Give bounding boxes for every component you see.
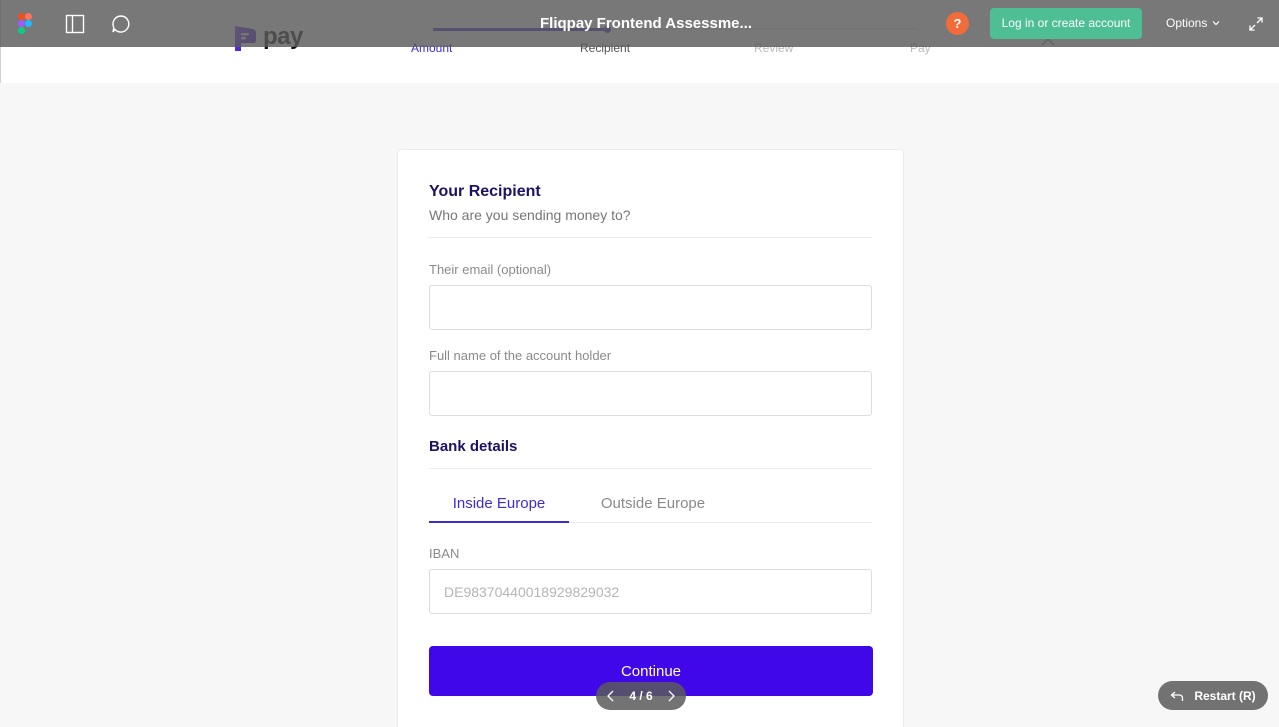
expand-icon[interactable]: [1248, 16, 1264, 32]
figma-toolbar: Fliqpay Frontend Assessme... ? Log in or…: [0, 0, 1279, 47]
bank-details-title: Bank details: [429, 438, 518, 455]
page-count: 4 / 6: [629, 689, 653, 703]
chevron-down-icon: [1212, 21, 1220, 26]
region-tabs: Inside Europe Outside Europe: [429, 486, 872, 523]
restart-arrow-icon: [1170, 691, 1184, 701]
chevron-right-icon[interactable]: [666, 690, 676, 702]
card-subtitle: Who are you sending money to?: [429, 207, 631, 223]
email-field[interactable]: [429, 285, 872, 330]
options-label: Options: [1166, 16, 1208, 30]
comment-icon[interactable]: [111, 14, 131, 34]
restart-button[interactable]: Restart (R): [1158, 681, 1268, 710]
sidebar-panel-icon[interactable]: [65, 14, 85, 34]
card-title: Your Recipient: [429, 183, 541, 200]
tab-outside-europe[interactable]: Outside Europe: [585, 486, 721, 523]
iban-field[interactable]: [429, 569, 872, 614]
prototype-title: Fliqpay Frontend Assessme...: [540, 15, 752, 32]
help-button[interactable]: ?: [946, 12, 969, 35]
chevron-left-icon[interactable]: [606, 690, 616, 702]
figma-logo-icon[interactable]: [18, 13, 32, 34]
account-holder-label: Full name of the account holder: [429, 348, 612, 363]
restart-label: Restart (R): [1194, 688, 1256, 703]
account-holder-field[interactable]: [429, 371, 872, 416]
page-navigator: 4 / 6: [596, 682, 686, 710]
options-menu[interactable]: Options: [1166, 16, 1220, 30]
tab-inside-europe[interactable]: Inside Europe: [429, 486, 569, 523]
divider: [429, 237, 872, 238]
recipient-card: Your Recipient Who are you sending money…: [397, 149, 904, 727]
login-button[interactable]: Log in or create account: [990, 8, 1142, 39]
email-label: Their email (optional): [429, 262, 552, 277]
iban-label: IBAN: [429, 546, 460, 561]
divider: [429, 468, 872, 469]
